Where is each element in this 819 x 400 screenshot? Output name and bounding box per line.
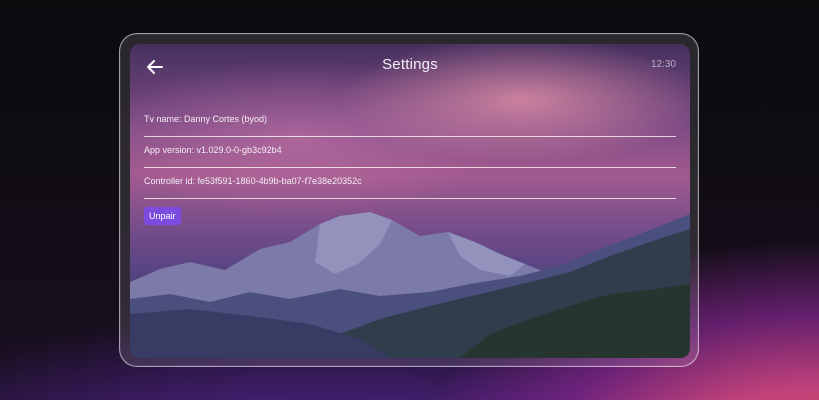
app-version-row: App version: v1.029.0-0-gb3c92b4 [144, 137, 676, 168]
mountain-background [130, 212, 690, 358]
info-list: Tv name: Danny Cortes (byod) App version… [144, 106, 676, 199]
clock-time: 12:30 [650, 59, 676, 70]
controller-id-text: Controller id: fe53f591-1860-4b9b-ba07-f… [144, 176, 362, 186]
tablet-frame: Settings 12:30 Tv name: Danny Cortes (by… [119, 33, 699, 367]
controller-id-row: Controller id: fe53f591-1860-4b9b-ba07-f… [144, 168, 676, 199]
unpair-button[interactable]: Unpair [144, 207, 181, 225]
app-version-text: App version: v1.029.0-0-gb3c92b4 [144, 145, 282, 155]
tv-name-text: Tv name: Danny Cortes (byod) [144, 114, 268, 124]
settings-screen: Settings 12:30 Tv name: Danny Cortes (by… [130, 44, 690, 358]
page-title: Settings [382, 56, 438, 73]
tv-name-row: Tv name: Danny Cortes (byod) [144, 106, 676, 137]
top-bar: Settings 12:30 [130, 44, 690, 88]
